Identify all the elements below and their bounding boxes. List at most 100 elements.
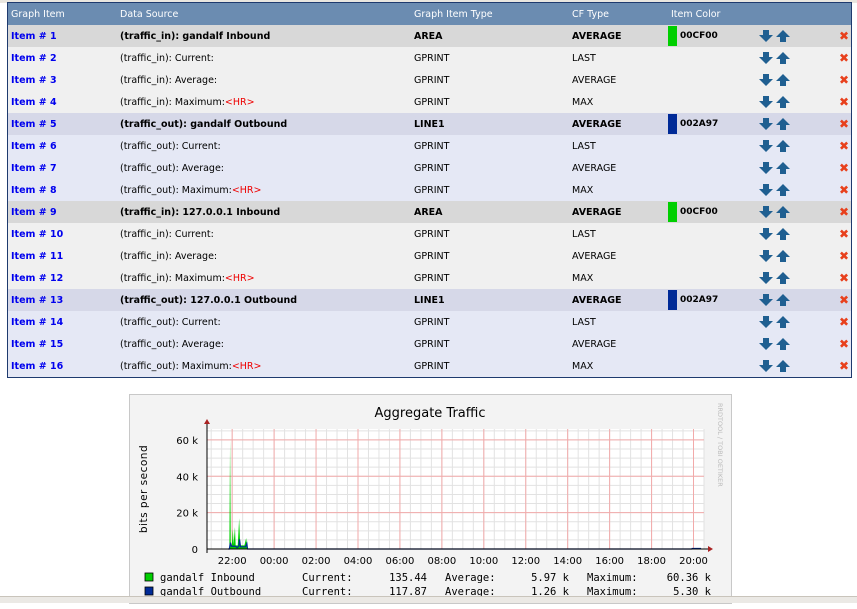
arrow-down-icon[interactable] (759, 162, 773, 174)
delete-cell: ✖ (834, 355, 852, 378)
graph-item-cell: Item # 7 (7, 157, 117, 179)
graph-item-link[interactable]: Item # 3 (11, 75, 57, 86)
legend-maximum: 60.36 k (667, 572, 712, 584)
delete-x-icon[interactable]: ✖ (839, 29, 849, 43)
arrow-up-icon[interactable] (776, 316, 790, 328)
delete-x-icon[interactable]: ✖ (839, 315, 849, 329)
arrow-down-icon[interactable] (759, 272, 773, 284)
cf-type: MAX (569, 91, 668, 113)
delete-x-icon[interactable]: ✖ (839, 161, 849, 175)
arrow-down-icon[interactable] (759, 96, 773, 108)
arrow-down-icon[interactable] (759, 294, 773, 306)
x-tick-label: 04:00 (344, 556, 373, 567)
delete-x-icon[interactable]: ✖ (839, 249, 849, 263)
arrow-down-icon[interactable] (759, 316, 773, 328)
table-row: Item # 6 (traffic_out): Current: GPRINT LAS… (7, 135, 852, 157)
arrow-down-icon[interactable] (759, 338, 773, 350)
color-hex: 00CF00 (680, 207, 718, 217)
cf-type: AVERAGE (569, 25, 668, 47)
graph-item-cell: Item # 14 (7, 311, 117, 333)
arrow-down-icon[interactable] (759, 184, 773, 196)
arrow-down-icon[interactable] (759, 206, 773, 218)
move-cell (756, 223, 834, 245)
arrow-up-icon[interactable] (776, 162, 790, 174)
arrow-up-icon[interactable] (776, 250, 790, 262)
delete-x-icon[interactable]: ✖ (839, 139, 849, 153)
arrow-up-icon[interactable] (776, 52, 790, 64)
graph-item-link[interactable]: Item # 6 (11, 141, 57, 152)
graph-item-link[interactable]: Item # 7 (11, 163, 57, 174)
graph-item-link[interactable]: Item # 15 (11, 339, 63, 350)
arrow-down-icon[interactable] (759, 74, 773, 86)
arrow-up-icon[interactable] (776, 96, 790, 108)
item-color-cell (668, 223, 756, 245)
graph-item-link[interactable]: Item # 16 (11, 361, 63, 372)
delete-x-icon[interactable]: ✖ (839, 337, 849, 351)
table-row: Item # 2 (traffic_in): Current: GPRINT LAST… (7, 47, 852, 69)
arrow-up-icon[interactable] (776, 140, 790, 152)
delete-cell: ✖ (834, 289, 852, 311)
graph-item-link[interactable]: Item # 4 (11, 97, 57, 108)
move-cell (756, 355, 834, 378)
y-axis-arrow-icon (204, 419, 210, 424)
graph-item-link[interactable]: Item # 14 (11, 317, 63, 328)
arrow-down-icon[interactable] (759, 30, 773, 42)
graph-item-type: GPRINT (411, 355, 569, 378)
delete-x-icon[interactable]: ✖ (839, 205, 849, 219)
arrow-down-icon[interactable] (759, 118, 773, 130)
delete-x-icon[interactable]: ✖ (839, 51, 849, 65)
delete-x-icon[interactable]: ✖ (839, 271, 849, 285)
graph-item-link[interactable]: Item # 2 (11, 53, 57, 64)
delete-x-icon[interactable]: ✖ (839, 117, 849, 131)
arrow-down-icon[interactable] (759, 52, 773, 64)
hr-tag: <HR> (224, 272, 255, 284)
col-data-source: Data Source (117, 2, 411, 25)
arrow-down-icon[interactable] (759, 228, 773, 240)
graph-item-link[interactable]: Item # 13 (11, 295, 63, 306)
delete-x-icon[interactable]: ✖ (839, 359, 849, 373)
arrow-up-icon[interactable] (776, 206, 790, 218)
graph-item-link[interactable]: Item # 1 (11, 31, 57, 42)
graph-item-link[interactable]: Item # 5 (11, 119, 57, 130)
graph-item-link[interactable]: Item # 10 (11, 229, 63, 240)
delete-cell: ✖ (834, 311, 852, 333)
delete-x-icon[interactable]: ✖ (839, 95, 849, 109)
arrow-up-icon[interactable] (776, 360, 790, 372)
graph-item-link[interactable]: Item # 9 (11, 207, 57, 218)
arrow-up-icon[interactable] (776, 30, 790, 42)
arrow-up-icon[interactable] (776, 338, 790, 350)
delete-x-icon[interactable]: ✖ (839, 73, 849, 87)
move-cell (756, 91, 834, 113)
arrow-up-icon[interactable] (776, 294, 790, 306)
item-color-cell (668, 135, 756, 157)
graph-item-type: LINE1 (411, 113, 569, 135)
arrow-up-icon[interactable] (776, 118, 790, 130)
delete-x-icon[interactable]: ✖ (839, 227, 849, 241)
item-color-cell (668, 311, 756, 333)
col-graph-item-type: Graph Item Type (411, 2, 569, 25)
graph-item-link[interactable]: Item # 11 (11, 251, 63, 262)
cf-type: MAX (569, 179, 668, 201)
graph-item-type: GPRINT (411, 91, 569, 113)
cf-type: AVERAGE (569, 113, 668, 135)
delete-cell: ✖ (834, 245, 852, 267)
arrow-up-icon[interactable] (776, 184, 790, 196)
col-move (756, 2, 834, 25)
arrow-up-icon[interactable] (776, 74, 790, 86)
graph-item-type: AREA (411, 201, 569, 223)
aggregate-traffic-chart: 0 20 k 40 k 60 k 22:00 00:00 02:00 04:00 06:00 08… (138, 403, 724, 598)
arrow-up-icon[interactable] (776, 228, 790, 240)
graph-item-link[interactable]: Item # 12 (11, 273, 63, 284)
arrow-down-icon[interactable] (759, 250, 773, 262)
arrow-down-icon[interactable] (759, 140, 773, 152)
move-cell (756, 201, 834, 223)
arrow-down-icon[interactable] (759, 360, 773, 372)
data-source-cell: (traffic_in): Maximum:<HR> (117, 91, 411, 113)
table-row: Item # 16 (traffic_out): Maximum:<HR> GPRI… (7, 355, 852, 378)
graph-item-type: AREA (411, 25, 569, 47)
delete-x-icon[interactable]: ✖ (839, 293, 849, 307)
data-source-text: (traffic_out): gandalf Outbound (120, 118, 288, 130)
arrow-up-icon[interactable] (776, 272, 790, 284)
delete-x-icon[interactable]: ✖ (839, 183, 849, 197)
graph-item-link[interactable]: Item # 8 (11, 185, 57, 196)
